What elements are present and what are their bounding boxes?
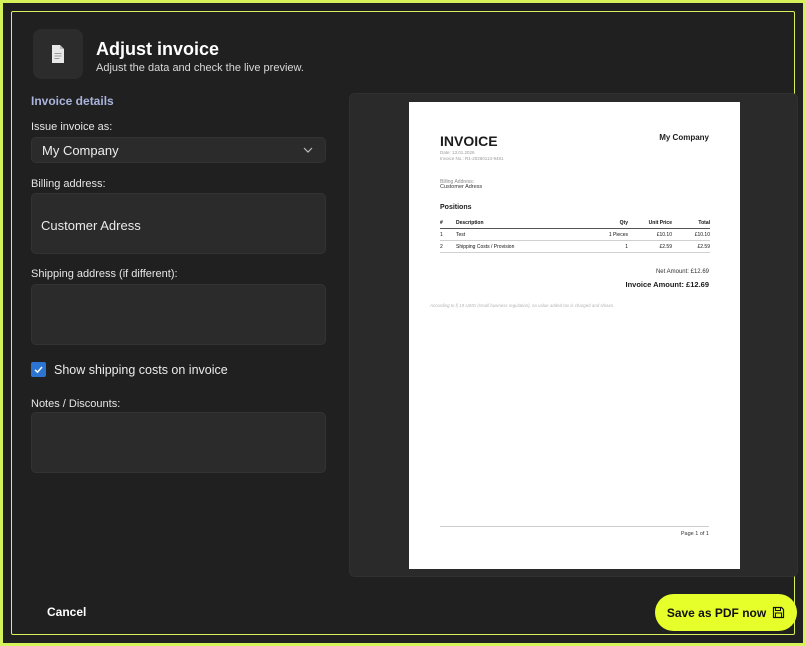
table-cell: 1: [440, 231, 443, 238]
table-cell: 2: [440, 243, 443, 250]
table-cell: £10.10: [694, 231, 710, 238]
table-cell: 1 Pieces: [608, 231, 628, 238]
save-pdf-button[interactable]: Save as PDF now: [655, 594, 797, 631]
column-header: #: [440, 220, 443, 226]
issue-as-label: Issue invoice as:: [31, 121, 113, 133]
issue-as-select[interactable]: My Company: [31, 137, 326, 163]
preview-invoice-title: INVOICE: [440, 133, 498, 149]
checkmark-icon: [34, 366, 43, 374]
table-cell: 1: [625, 243, 628, 250]
notes-label: Notes / Discounts:: [31, 398, 121, 410]
show-shipping-costs-row[interactable]: Show shipping costs on invoice: [31, 362, 228, 377]
preview-company: My Company: [659, 133, 709, 142]
shipping-address-label: Shipping address (if different):: [31, 268, 178, 280]
table-cell: Test: [456, 231, 466, 238]
save-pdf-label: Save as PDF now: [666, 605, 767, 620]
preview-footer-divider: [440, 526, 709, 527]
column-header: Total: [698, 220, 710, 226]
billing-address-field[interactable]: Customer Adress: [31, 193, 326, 254]
billing-address-label: Billing address:: [31, 178, 106, 190]
billing-address-value: Customer Adress: [41, 218, 141, 233]
floppy-disk-icon: [773, 606, 785, 619]
chevron-down-icon: [303, 147, 313, 153]
table-cell: £2.59: [697, 243, 710, 250]
preview-billing-value: Customer Adress: [440, 184, 483, 190]
preview-positions-table: # Description Qty Unit Price Total 1 Tes…: [440, 218, 710, 253]
table-cell: Shipping Costs / Provision: [456, 243, 515, 250]
notes-field[interactable]: [31, 412, 326, 473]
preview-date: Date: 13.01.2026: [440, 150, 475, 155]
preview-positions-title: Positions: [440, 204, 472, 211]
column-header: Unit Price: [648, 220, 672, 226]
preview-tax-note: According to § 19 UStG (small business r…: [430, 303, 615, 308]
header-icon-box: [33, 29, 83, 79]
dialog-subtitle: Adjust the data and check the live previ…: [96, 62, 304, 74]
issue-as-value: My Company: [42, 142, 119, 158]
preview-invoice-no: Invoice No.: R1-20260113-9481: [440, 156, 504, 161]
invoice-preview-page: INVOICE My Company Date: 13.01.2026 Invo…: [409, 102, 740, 569]
show-shipping-costs-checkbox[interactable]: [31, 362, 46, 377]
section-title-invoice-details: Invoice details: [31, 94, 114, 108]
shipping-address-field[interactable]: [31, 284, 326, 345]
table-row: 1 Test 1 Pieces £10.10 £10.10: [440, 229, 710, 241]
show-shipping-costs-label: Show shipping costs on invoice: [54, 362, 228, 377]
preview-net-amount: Net Amount: £12.69: [655, 269, 709, 275]
column-header: Description: [456, 220, 484, 226]
table-cell: £2.59: [659, 243, 672, 250]
column-header: Qty: [619, 220, 628, 226]
table-cell: £10.10: [656, 231, 672, 238]
adjust-invoice-dialog: Adjust invoice Adjust the data and check…: [0, 0, 806, 646]
table-header-row: # Description Qty Unit Price Total: [440, 218, 710, 229]
table-row: 2 Shipping Costs / Provision 1 £2.59 £2.…: [440, 241, 710, 253]
preview-page-number: Page 1 of 1: [680, 531, 709, 537]
live-preview-panel: INVOICE My Company Date: 13.01.2026 Invo…: [349, 93, 798, 577]
document-icon: [52, 45, 64, 63]
dialog-title: Adjust invoice: [96, 39, 220, 59]
cancel-button[interactable]: Cancel: [47, 605, 86, 619]
preview-invoice-amount: Invoice Amount: £12.69: [625, 280, 710, 289]
